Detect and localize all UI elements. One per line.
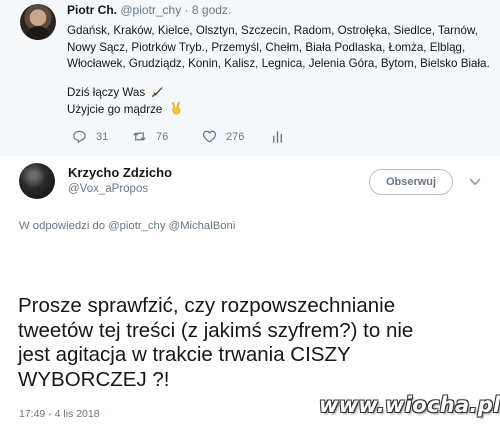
quoted-tweet-line: Użyjcie go mądrze (67, 101, 477, 119)
quoted-author-name[interactable]: Piotr Ch. (67, 3, 117, 17)
reply-icon (73, 130, 86, 143)
quoted-tweet-line: Dziś łączy Was (67, 84, 477, 102)
avatar[interactable] (20, 4, 56, 40)
like-button[interactable]: 276 (202, 129, 244, 144)
retweet-icon (133, 132, 146, 141)
victory-hand-icon (171, 101, 180, 115)
reply-context: W odpowiedzi do @piotr_chy @MichalBoni (19, 220, 235, 232)
tweet-text-line: Prosze sprawfzić, czy rozpowszechnianie (18, 294, 396, 317)
reply-prefix: W odpowiedzi do (19, 220, 106, 232)
reply-count: 31 (96, 130, 109, 143)
avatar[interactable] (19, 163, 55, 199)
follow-button[interactable]: Obserwuj (369, 169, 453, 195)
tweet-text-line: tweetów tej treści (z jakimś szyfrem?) t… (18, 318, 414, 342)
quoted-tweet-line: Nowy Sącz, Piotrków Tryb., Przemyśl, Che… (67, 40, 466, 54)
author-name[interactable]: Krzycho Zdzicho (68, 165, 172, 180)
quoted-tweet-line: Gdańsk, Kraków, Kielce, Olsztyn, Szczeci… (67, 24, 478, 37)
chevron-down-icon[interactable] (469, 177, 481, 187)
quoted-tweet[interactable]: Piotr Ch. @piotr_chy · 8 godz. Gdańsk, K… (0, 0, 500, 156)
like-count: 276 (226, 130, 245, 143)
tweet-timestamp[interactable]: 17:49 - 4 lis 2018 (19, 408, 100, 420)
retweet-count: 76 (156, 130, 169, 143)
heart-icon (202, 130, 217, 143)
author-handle[interactable]: @Vox_aPropos (68, 183, 148, 195)
reply-handles-link[interactable]: @piotr_chy @MichalBoni (108, 220, 235, 232)
main-tweet: Krzycho Zdzicho @Vox_aPropos Obserwuj W … (0, 156, 500, 430)
reply-button[interactable]: 31 (72, 129, 108, 144)
tweet-text-line: WYBORCZEJ ?! (18, 367, 170, 391)
quoted-tweet-line-today: Dziś łączy Was (67, 85, 146, 99)
tweet-text-line: jest agitacja w trakcie trwania CISZY (18, 343, 351, 366)
analytics-icon (273, 131, 282, 143)
tweet-text: Prosze sprawfzić, czy rozpowszechnianie … (18, 294, 458, 392)
analytics-button[interactable] (270, 129, 285, 144)
dagger-icon (152, 86, 163, 97)
retweet-button[interactable]: 76 (132, 129, 168, 144)
quoted-tweet-line-use: Użyjcie go mądrze (67, 103, 163, 116)
quoted-tweet-header: Piotr Ch. @piotr_chy · 8 godz. (67, 3, 231, 17)
quoted-author-handle-time[interactable]: @piotr_chy · 8 godz. (120, 3, 231, 17)
quoted-tweet-text: Gdańsk, Kraków, Kielce, Olsztyn, Szczeci… (67, 23, 490, 119)
quoted-tweet-line: Włocławek, Grudziądz, Konin, Kalisz, Leg… (67, 57, 490, 70)
watermark: www.wiocha.pl (319, 393, 500, 417)
